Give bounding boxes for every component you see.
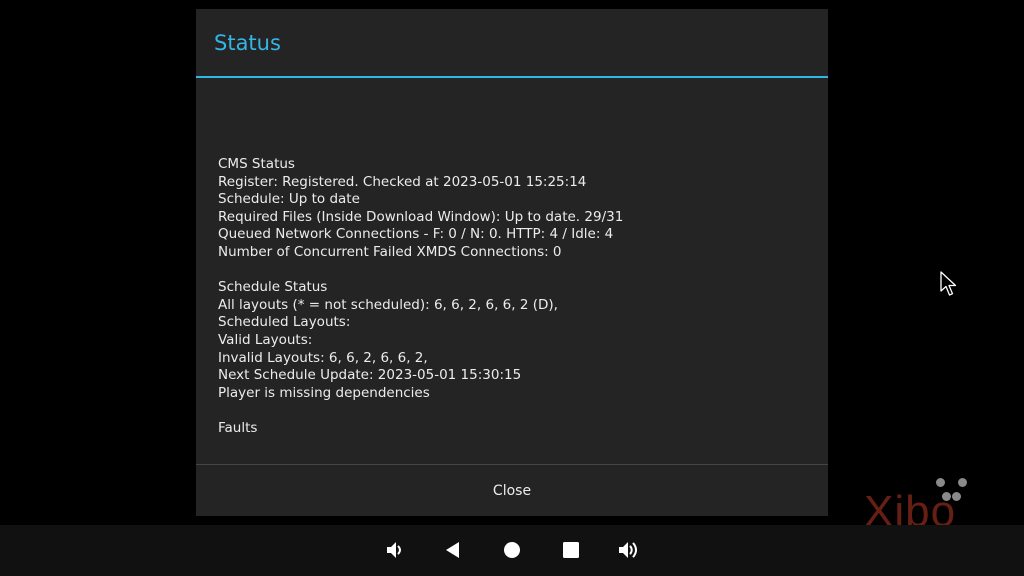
close-button[interactable]: Close <box>196 465 828 516</box>
status-line: Next Schedule Update: 2023-05-01 15:30:1… <box>218 367 522 384</box>
back-icon <box>446 542 459 558</box>
xibo-logo-watermark: Xibo <box>862 476 982 525</box>
status-dialog: Status CMS Status Register: Registered. C… <box>196 9 828 516</box>
status-line: Register: Registered. Checked at 2023-05… <box>218 173 587 190</box>
recents-icon <box>563 542 579 558</box>
status-line: Schedule Status <box>218 279 328 296</box>
screen-background: Xibo Status CMS Status Register: Register… <box>0 0 1024 525</box>
status-line: Required Files (Inside Download Window):… <box>218 208 624 225</box>
system-navigation-bar <box>0 525 1024 576</box>
status-line: Scheduled Layouts: <box>218 314 351 331</box>
status-line: Valid Layouts: <box>218 331 313 348</box>
status-line: CMS Status <box>218 156 295 172</box>
status-line: Faults <box>218 419 258 436</box>
back-button[interactable] <box>438 535 468 565</box>
mouse-cursor-icon <box>940 271 957 296</box>
volume-down-icon <box>387 542 401 558</box>
status-line: Number of Concurrent Failed XMDS Connect… <box>218 243 562 260</box>
volume-up-button[interactable] <box>614 535 644 565</box>
home-button[interactable] <box>497 535 527 565</box>
volume-down-button[interactable] <box>380 535 410 565</box>
status-blank-line <box>218 402 808 420</box>
status-blank-line <box>218 262 808 280</box>
status-line: Player is missing dependencies <box>218 384 430 401</box>
recents-button[interactable] <box>556 535 586 565</box>
status-line: Queued Network Connections - F: 0 / N: 0… <box>218 226 614 243</box>
title-divider <box>196 76 828 78</box>
dialog-title: Status <box>214 31 281 55</box>
home-icon <box>504 542 520 558</box>
status-line: Schedule: Up to date <box>218 191 360 208</box>
status-line: Invalid Layouts: 6, 6, 2, 6, 6, 2, <box>218 349 428 366</box>
volume-up-icon <box>619 542 637 558</box>
status-line: All layouts (* = not scheduled): 6, 6, 2… <box>218 296 558 313</box>
status-text: CMS Status Register: Registered. Checked … <box>218 156 808 438</box>
